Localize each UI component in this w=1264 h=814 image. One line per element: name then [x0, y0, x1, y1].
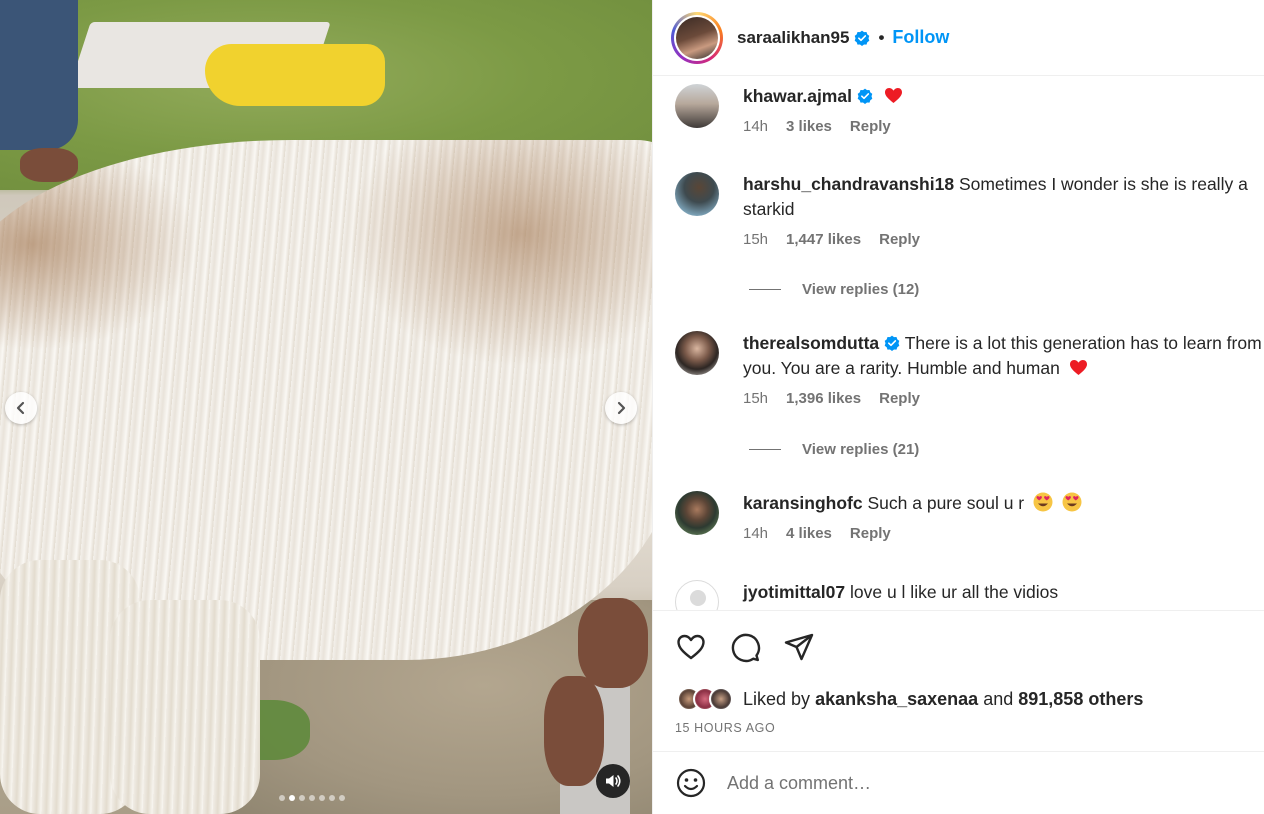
goat-leg: [110, 600, 260, 814]
view-replies-button[interactable]: View replies (12): [749, 281, 919, 298]
comment-username[interactable]: karansinghofc: [743, 493, 863, 513]
replies-divider: [749, 449, 781, 450]
view-replies-label: View replies (12): [802, 281, 920, 298]
add-comment-input[interactable]: [727, 772, 1207, 794]
commenter-avatar[interactable]: [675, 491, 719, 535]
commenter-avatar[interactable]: [675, 172, 719, 216]
post-header: saraalikhan95 • Follow: [653, 0, 1264, 76]
comment-username[interactable]: harshu_chandravanshi18: [743, 174, 954, 194]
comment-item: therealsomdutta There is a lot this gene…: [675, 331, 1264, 407]
milking-hand: [578, 598, 648, 688]
follow-button[interactable]: Follow: [892, 27, 949, 48]
carousel-indicator: [279, 795, 345, 801]
liked-by-prefix: Liked by: [743, 688, 811, 709]
comment-text: love u l like ur all the vidios: [850, 582, 1059, 602]
carousel-dot: [339, 795, 345, 801]
comment-item: karansinghofc Such a pure soul u r 14h 4…: [675, 491, 1264, 542]
replies-divider: [749, 289, 781, 290]
comment-item: jyotimittal07 love u l like ur all the v…: [675, 580, 1264, 610]
post-modal: saraalikhan95 • Follow khawar.ajmal 14h: [0, 0, 1264, 814]
verified-badge-icon: [854, 30, 870, 46]
add-comment-bar: [653, 751, 1264, 814]
view-replies-label: View replies (21): [802, 441, 920, 458]
comment-likes[interactable]: 1,447 likes: [786, 231, 861, 248]
post-timestamp[interactable]: 15 HOURS AGO: [675, 721, 775, 735]
heart-outline-icon[interactable]: [675, 631, 707, 663]
header-separator: •: [878, 27, 885, 47]
comment-time: 15h: [743, 390, 769, 407]
person-sleeve: [0, 0, 78, 150]
paper-plane-icon[interactable]: [783, 631, 815, 663]
smiley-icon[interactable]: [675, 767, 707, 799]
chevron-left-icon: [16, 401, 25, 415]
author-photo: [676, 16, 718, 59]
previous-arrow-button[interactable]: [5, 392, 37, 424]
author-avatar[interactable]: [671, 11, 723, 64]
comment-time: 14h: [743, 118, 769, 135]
next-arrow-button[interactable]: [605, 392, 637, 424]
liked-by-conjunction: and: [983, 688, 1014, 709]
carousel-dot: [319, 795, 325, 801]
liked-by-text: Liked by akanksha_saxenaa and 891,858 ot…: [743, 689, 1143, 710]
comment-item: khawar.ajmal 14h 3 likes Reply: [675, 84, 1264, 135]
commenter-avatar[interactable]: [675, 331, 719, 375]
commenter-avatar[interactable]: [675, 84, 719, 128]
comment-username[interactable]: jyotimittal07: [743, 582, 845, 602]
reply-button[interactable]: Reply: [850, 525, 891, 542]
first-liker-link[interactable]: akanksha_saxenaa: [815, 689, 978, 709]
milking-hand: [544, 676, 604, 786]
comment-likes[interactable]: 3 likes: [786, 118, 832, 135]
comment-bubble-icon[interactable]: [729, 631, 761, 663]
post-actions: Liked by akanksha_saxenaa and 891,858 ot…: [653, 610, 1264, 750]
comment-item: harshu_chandravanshi18 Sometimes I wonde…: [675, 172, 1264, 248]
comment-likes[interactable]: 1,396 likes: [786, 390, 861, 407]
chevron-right-icon: [617, 401, 626, 415]
reply-button[interactable]: Reply: [879, 231, 920, 248]
reply-button[interactable]: Reply: [850, 118, 891, 135]
heart-eyes-emoji-icon: [1033, 492, 1053, 512]
carousel-dot: [309, 795, 315, 801]
reply-button[interactable]: Reply: [879, 390, 920, 407]
comment-likes[interactable]: 4 likes: [786, 525, 832, 542]
author-username[interactable]: saraalikhan95: [737, 28, 849, 48]
carousel-dot: [329, 795, 335, 801]
audio-toggle-button[interactable]: [596, 764, 630, 798]
speaker-icon: [606, 775, 621, 787]
carousel-dot: [289, 795, 295, 801]
verified-badge-icon: [884, 335, 900, 351]
post-media[interactable]: [0, 0, 652, 814]
post-side-panel: saraalikhan95 • Follow khawar.ajmal 14h: [652, 0, 1264, 814]
comment-username[interactable]: therealsomdutta: [743, 333, 879, 353]
hand-on-goat: [20, 148, 78, 182]
red-heart-emoji-icon: [1069, 359, 1087, 376]
comment-time: 14h: [743, 525, 769, 542]
comment-time: 15h: [743, 231, 769, 248]
comment-username[interactable]: khawar.ajmal: [743, 86, 852, 106]
commenter-avatar-placeholder[interactable]: [675, 580, 719, 610]
comment-text: Such a pure soul u r: [867, 493, 1025, 513]
yellow-cloth: [205, 44, 385, 106]
carousel-dot: [279, 795, 285, 801]
heart-eyes-emoji-icon: [1062, 492, 1082, 512]
comments-list[interactable]: khawar.ajmal 14h 3 likes Reply harshu_ch…: [653, 77, 1264, 610]
verified-badge-icon: [857, 88, 873, 104]
likes-count-link[interactable]: 891,858 others: [1018, 689, 1143, 709]
view-replies-button[interactable]: View replies (21): [749, 441, 919, 458]
red-heart-emoji-icon: [884, 87, 902, 104]
liker-avatar[interactable]: [709, 687, 733, 711]
liked-by-row: Liked by akanksha_saxenaa and 891,858 ot…: [677, 687, 1143, 711]
carousel-dot: [299, 795, 305, 801]
